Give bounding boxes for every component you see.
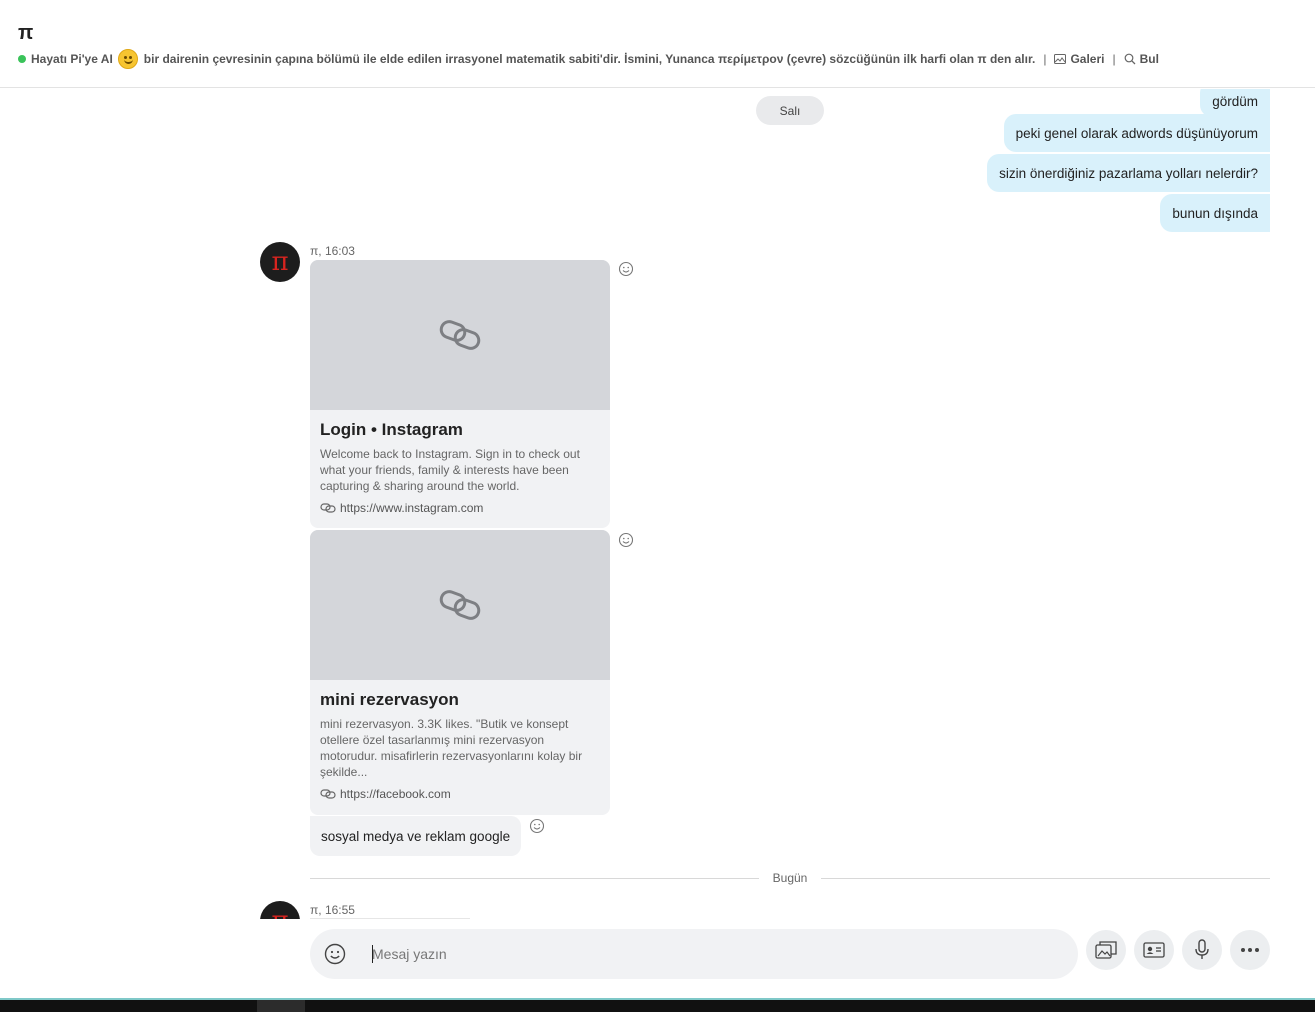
more-options-icon [1241, 948, 1259, 952]
link-preview-url-text: https://facebook.com [340, 787, 451, 801]
record-audio-button[interactable] [1182, 930, 1222, 970]
chat-title: π [18, 22, 34, 44]
taskbar [0, 998, 1315, 1012]
link-icon [439, 320, 481, 350]
gallery-icon [1095, 941, 1117, 959]
outgoing-message[interactable]: gördüm [1200, 89, 1270, 117]
link-preview-card[interactable]: mini rezervasyon mini rezervasyon. 3.3K … [310, 530, 610, 815]
separator: | [1112, 52, 1116, 66]
link-preview-description: Welcome back to Instagram. Sign in to ch… [320, 447, 580, 493]
message-bubble-partial [310, 918, 470, 919]
day-separator-pill: Salı [756, 96, 824, 125]
link-preview-url-text: https://www.instagram.com [340, 501, 484, 515]
status-text: bir dairenin çevresinin çapına bölümü il… [143, 52, 1036, 66]
link-preview-image [310, 530, 610, 680]
outgoing-message[interactable]: peki genel olarak adwords düşünüyorum [1003, 114, 1270, 152]
image-icon [1054, 54, 1067, 64]
link-icon [320, 789, 336, 799]
sender-avatar[interactable]: π [260, 242, 300, 282]
separator: | [1043, 52, 1047, 66]
text-caret [372, 945, 373, 963]
outgoing-message[interactable]: bunun dışında [1160, 194, 1270, 232]
status-prefix: Hayatı Pi'ye AI [31, 52, 113, 66]
smiley-emoji-icon [117, 49, 138, 69]
send-contact-button[interactable] [1134, 930, 1174, 970]
incoming-message[interactable]: sosyal medya ve reklam google [310, 816, 522, 856]
link-icon [439, 590, 481, 620]
add-reaction-icon[interactable] [529, 818, 545, 834]
sender-avatar[interactable]: π [260, 901, 300, 919]
taskbar-item[interactable] [257, 1000, 305, 1012]
link-preview-url[interactable]: https://www.instagram.com [320, 501, 600, 515]
smiley-icon [324, 943, 346, 965]
search-icon [1124, 53, 1136, 65]
link-preview-description: mini rezervasyon. 3.3K likes. "Butik ve … [320, 717, 583, 779]
online-status-dot [18, 55, 26, 63]
message-meta: π, 16:03 [310, 244, 355, 258]
add-reaction-icon[interactable] [618, 532, 634, 548]
microphone-icon [1195, 939, 1209, 959]
link-preview-url[interactable]: https://facebook.com [320, 787, 600, 801]
more-options-button[interactable] [1230, 930, 1270, 970]
message-composer [310, 929, 1078, 979]
link-preview-card[interactable]: Login • Instagram Welcome back to Instag… [310, 260, 610, 528]
gallery-button[interactable]: Galeri [1054, 52, 1104, 66]
date-divider: Bugün [310, 868, 1271, 888]
message-input[interactable] [360, 929, 1078, 979]
send-media-button[interactable] [1086, 930, 1126, 970]
add-reaction-icon[interactable] [618, 261, 634, 277]
chat-header: π Hayatı Pi'ye AI bir dairenin çevresini… [0, 0, 1315, 88]
emoji-button[interactable] [310, 929, 360, 979]
outgoing-message[interactable]: sizin önerdiğiniz pazarlama yolları nele… [987, 154, 1270, 192]
link-preview-title: mini rezervasyon [320, 690, 459, 709]
message-meta: π, 16:55 [310, 903, 355, 917]
link-preview-title: Login • Instagram [320, 420, 463, 439]
link-icon [320, 503, 336, 513]
contact-card-icon [1143, 942, 1165, 958]
link-preview-image [310, 260, 610, 410]
find-label: Bul [1139, 52, 1159, 66]
chat-status-line: Hayatı Pi'ye AI bir dairenin çevresinin … [18, 48, 1159, 70]
find-button[interactable]: Bul [1124, 52, 1159, 66]
conversation-pane[interactable]: Salı gördüm peki genel olarak adwords dü… [0, 89, 1315, 919]
date-divider-label: Bugün [772, 871, 808, 885]
gallery-label: Galeri [1070, 52, 1105, 66]
